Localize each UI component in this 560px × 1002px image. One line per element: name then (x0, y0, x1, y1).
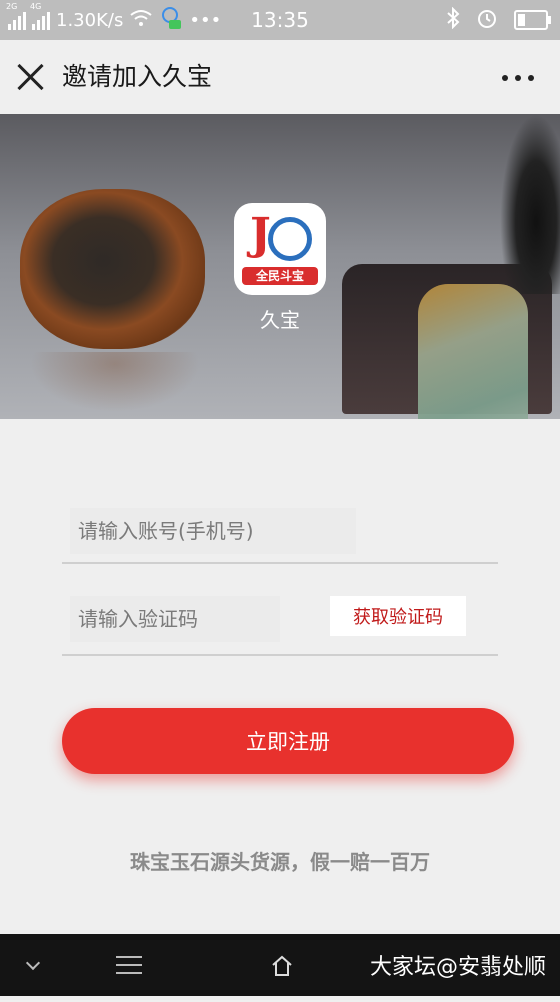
account-field (62, 508, 498, 564)
chevron-down-icon[interactable] (25, 955, 41, 971)
more-dots-icon[interactable] (502, 75, 534, 81)
system-nav-bar: 大家坛@安翡处顺 (0, 934, 560, 996)
home-icon[interactable] (270, 954, 294, 978)
get-code-button[interactable]: 获取验证码 (330, 596, 466, 636)
pendant-cord-image (500, 114, 560, 294)
logo-ring (268, 217, 312, 261)
menu-icon[interactable] (116, 956, 142, 980)
status-right (446, 0, 551, 40)
page-title: 邀请加入久宝 (62, 62, 213, 91)
app-logo: J 全民斗宝 (234, 203, 326, 295)
close-icon[interactable] (16, 62, 46, 92)
carving-reflection (30, 352, 200, 412)
slogan-text: 珠宝玉石源头货源，假一赔一百万 (130, 850, 430, 874)
battery-level (518, 14, 525, 26)
status-bar: 2G 4G 1.30K/s ••• 13:35 (0, 0, 560, 40)
logo-band: 全民斗宝 (242, 267, 318, 285)
bluetooth-icon (446, 6, 460, 34)
register-button[interactable]: 立即注册 (62, 708, 514, 774)
app-name-label: 久宝 (260, 308, 300, 332)
alarm-icon (476, 7, 498, 34)
account-input[interactable] (70, 508, 356, 554)
watermark-text: 大家坛@安翡处顺 (369, 955, 546, 980)
app-bar: 邀请加入久宝 (0, 40, 560, 114)
battery-icon (514, 10, 551, 30)
verification-code-input[interactable] (70, 596, 280, 642)
code-field: 获取验证码 (62, 596, 498, 656)
hero-banner: J 全民斗宝 久宝 (0, 114, 560, 419)
